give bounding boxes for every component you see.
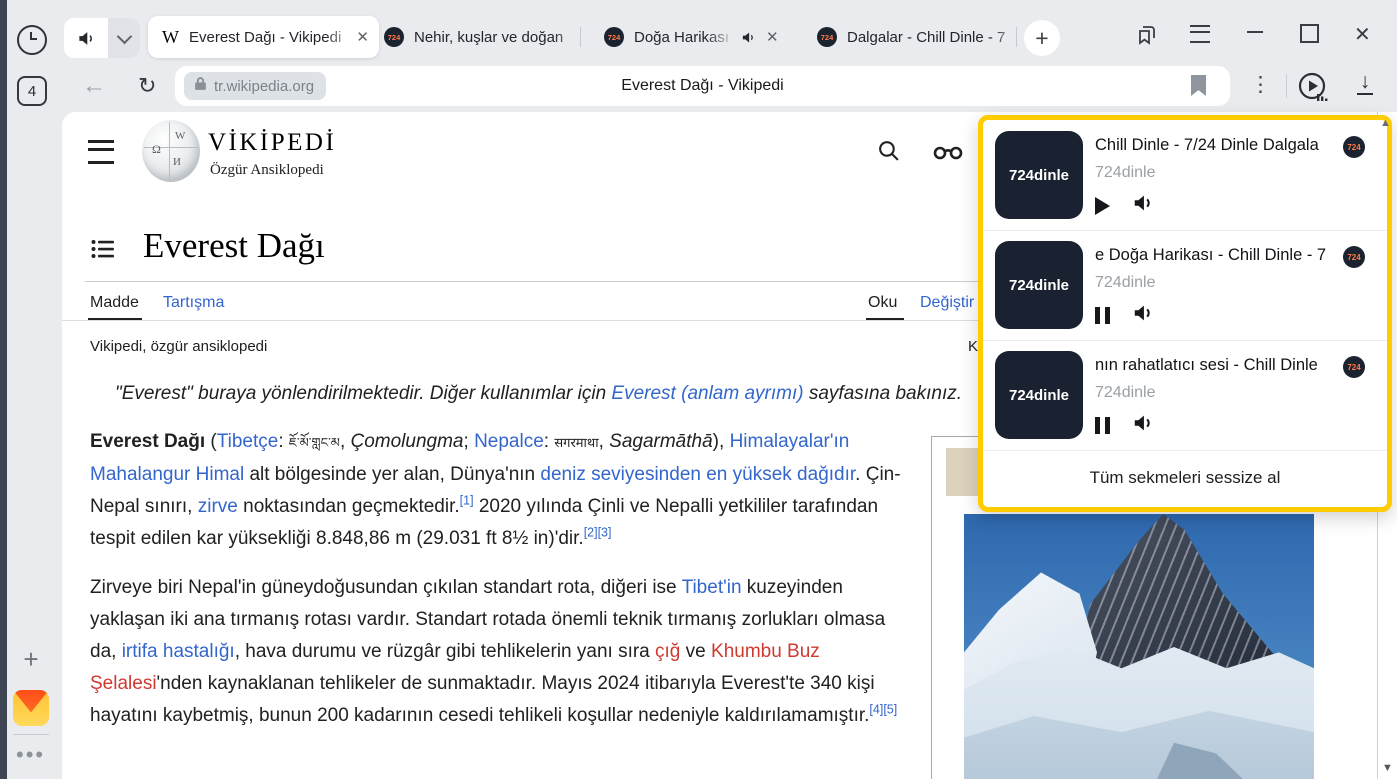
audio-tab-item[interactable]: 724dinle Chill Dinle - 7/24 Dinle Dalgal…	[983, 120, 1387, 231]
reference-link[interactable]: [2][3]	[584, 526, 612, 540]
tab-doga-harikasi[interactable]: 724 Doğa Harikası - C ✕	[592, 16, 812, 58]
pause-icon[interactable]	[1095, 417, 1110, 434]
724dinle-favicon: 724	[817, 27, 837, 47]
reload-button[interactable]: ↻	[138, 73, 156, 99]
site-subtitle: Vikipedi, özgür ansiklopedi	[90, 338, 267, 355]
stream-thumbnail: 724dinle	[995, 241, 1083, 329]
address-bar[interactable]: tr.wikipedia.org Everest Dağı - Vikipedi	[175, 66, 1230, 106]
stream-subtitle: 724dinle	[1095, 274, 1156, 292]
window-edge	[0, 0, 7, 779]
wiki-link[interactable]: irtifa hastalığı	[122, 641, 235, 662]
tab-mute-control[interactable]	[64, 18, 140, 58]
wiki-wordmark[interactable]: VİKİPEDİ	[208, 129, 336, 157]
maximize-button[interactable]	[1300, 24, 1319, 43]
wiki-link[interactable]: Tibetçe	[217, 431, 279, 452]
724dinle-favicon: 724	[1343, 356, 1365, 378]
tab-count-badge[interactable]: 4	[17, 76, 47, 106]
appearance-glasses-icon[interactable]	[932, 143, 964, 160]
sidebar-add-button[interactable]: +	[18, 646, 44, 672]
724dinle-favicon: 724	[604, 27, 624, 47]
volume-icon[interactable]	[1132, 192, 1154, 219]
close-window-button[interactable]: ✕	[1354, 22, 1371, 47]
contents-list-icon[interactable]	[91, 239, 115, 259]
tab-separator	[580, 27, 581, 47]
wiki-link[interactable]: çığ	[655, 641, 680, 662]
speaker-icon[interactable]	[64, 18, 108, 58]
scroll-up-arrow[interactable]: ▲	[1380, 117, 1391, 129]
close-icon[interactable]: ✕	[356, 30, 369, 45]
audio-tab-item[interactable]: 724dinle e Doğa Harikası - Chill Dinle -…	[983, 230, 1387, 341]
article-title: Everest Dağı	[143, 226, 325, 266]
724dinle-favicon: 724	[1343, 246, 1365, 268]
wikipedia-favicon: W	[162, 27, 179, 48]
wikipedia-logo[interactable]: Ω W И	[142, 120, 200, 182]
sidebar-more-button[interactable]: •••	[16, 742, 45, 768]
724dinle-favicon: 724	[1343, 136, 1365, 158]
wiki-link[interactable]: deniz seviyesinden en yüksek dağıdır	[540, 464, 855, 485]
wiki-link[interactable]: Nepalce	[474, 431, 544, 452]
reference-link[interactable]: [1]	[460, 494, 474, 508]
play-icon[interactable]	[1095, 197, 1110, 215]
tab-oku[interactable]: Oku	[868, 294, 897, 312]
stream-thumbnail: 724dinle	[995, 351, 1083, 439]
tab-audio-speaker-icon[interactable]	[736, 30, 760, 45]
chevron-down-icon	[116, 28, 132, 44]
tab-title: Doğa Harikası - C	[634, 29, 736, 46]
tab-title: Everest Dağı - Vikipedi	[189, 29, 356, 46]
back-button[interactable]: ←	[82, 72, 106, 100]
wiki-link[interactable]: zirve	[198, 496, 238, 517]
close-icon[interactable]: ✕	[766, 30, 779, 45]
wiki-link[interactable]: Tibet'in	[682, 577, 742, 598]
tab-degistir[interactable]: Değiştir	[920, 294, 974, 312]
page-actions-menu-icon[interactable]: ⋮	[1250, 72, 1271, 97]
stream-title: Chill Dinle - 7/24 Dinle Dalgala	[1095, 136, 1337, 155]
tab-nehir-kuslar[interactable]: 724 Nehir, kuşlar ve doğan	[372, 16, 590, 58]
stream-subtitle: 724dinle	[1095, 384, 1156, 402]
new-tab-button[interactable]: +	[1024, 20, 1060, 56]
everest-photo[interactable]	[964, 514, 1314, 779]
paragraph-1: Everest Dağı (Tibetçe: ཇོ་མོ་གླང་མ, Çomo…	[90, 426, 902, 555]
pause-icon[interactable]	[1095, 307, 1110, 324]
paragraph-2: Zirveye biri Nepal'in güneydoğusundan çı…	[90, 572, 902, 732]
yandex-mail-icon[interactable]	[13, 690, 49, 726]
tab-title: Dalgalar - Chill Dinle - 7	[847, 29, 1022, 46]
volume-icon[interactable]	[1132, 302, 1154, 329]
wiki-tagline: Özgür Ansiklopedi	[210, 162, 324, 179]
sidebar-divider	[13, 734, 49, 735]
tab-dalgalar[interactable]: 724 Dalgalar - Chill Dinle - 7	[805, 16, 1028, 58]
stream-title: e Doğa Harikası - Chill Dinle - 7	[1095, 246, 1337, 265]
minimize-button[interactable]	[1246, 31, 1264, 33]
mute-dropdown-button[interactable]	[108, 18, 140, 58]
bookmarks-panel-icon[interactable]	[1134, 22, 1160, 48]
search-icon[interactable]	[874, 136, 902, 164]
724dinle-favicon: 724	[384, 27, 404, 47]
tab-everest-wikipedia[interactable]: W Everest Dağı - Vikipedi ✕	[148, 16, 379, 58]
scroll-down-arrow[interactable]: ▼	[1382, 762, 1393, 774]
stream-title: nın rahatlatıcı sesi - Chill Dinle	[1095, 356, 1337, 375]
tab-tartisma[interactable]: Tartışma	[163, 294, 224, 312]
stream-subtitle: 724dinle	[1095, 164, 1156, 182]
reference-link[interactable]: [4][5]	[869, 703, 897, 717]
hatnote: "Everest" buraya yönlendirilmektedir. Di…	[115, 383, 1015, 405]
mute-all-tabs-button[interactable]: Tüm sekmeleri sessize al	[983, 450, 1387, 506]
tab-separator	[1016, 27, 1017, 47]
wiki-link[interactable]: Everest (anlam ayrımı)	[611, 383, 803, 404]
wiki-main-menu-icon[interactable]	[88, 140, 114, 164]
downloads-icon[interactable]: ↓	[1357, 71, 1373, 95]
media-player-icon[interactable]	[1297, 71, 1329, 108]
audio-tabs-popup: 724dinle Chill Dinle - 7/24 Dinle Dalgal…	[978, 115, 1392, 512]
tab-madde[interactable]: Madde	[90, 294, 139, 312]
toolbar-divider	[1286, 74, 1287, 98]
tab-title: Nehir, kuşlar ve doğan	[414, 29, 584, 46]
history-clock-icon[interactable]	[17, 25, 47, 55]
volume-icon[interactable]	[1132, 412, 1154, 439]
stream-thumbnail: 724dinle	[995, 131, 1083, 219]
audio-tab-item[interactable]: 724dinle nın rahatlatıcı sesi - Chill Di…	[983, 340, 1387, 451]
browser-menu-icon[interactable]	[1190, 25, 1210, 43]
browser-window: W Everest Dağı - Vikipedi ✕ 724 Nehir, k…	[0, 0, 1397, 779]
page-title: Everest Dağı - Vikipedi	[175, 66, 1230, 106]
